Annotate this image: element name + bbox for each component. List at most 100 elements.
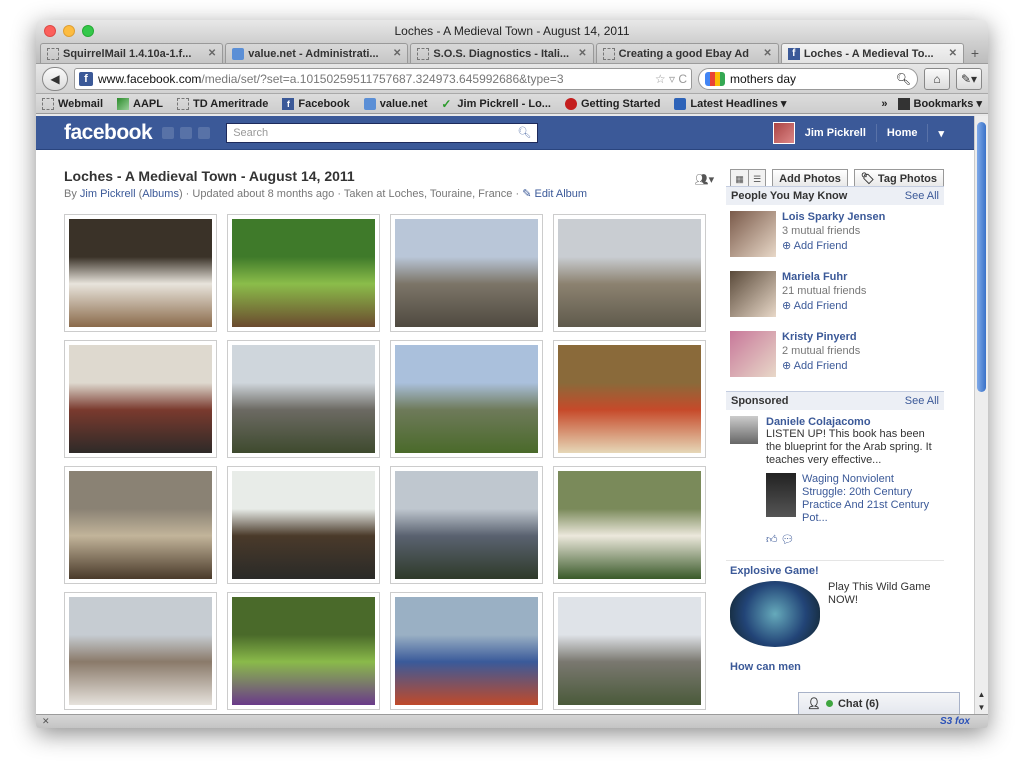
tab-sos-diagnostics[interactable]: S.O.S. Diagnostics - Itali... ✕ (410, 43, 593, 63)
chat-bar[interactable]: 👤︎ Chat (6) (798, 692, 960, 714)
tab-ebay-ad[interactable]: Creating a good Ebay Ad ✕ (596, 43, 779, 63)
bookmark-facebook[interactable]: fFacebook (282, 98, 349, 110)
google-icon[interactable] (705, 72, 725, 86)
bookmark-aapl[interactable]: AAPL (117, 98, 163, 110)
add-friend-button[interactable]: ⊕ Add Friend (782, 359, 860, 372)
album-photo-thumbnail[interactable] (390, 592, 543, 710)
album-photo[interactable] (558, 471, 701, 579)
album-photo-thumbnail[interactable] (553, 466, 706, 584)
bookmark-star-icon[interactable]: ☆ ▿ C (655, 72, 687, 86)
back-button[interactable]: ◀ (42, 67, 68, 91)
close-tab-icon[interactable]: ✕ (208, 48, 216, 59)
person-name-link[interactable]: Kristy Pinyerd (782, 331, 860, 343)
album-photo-thumbnail[interactable] (64, 466, 217, 584)
comment-icon[interactable]: 💬︎ (781, 534, 795, 546)
album-photo-thumbnail[interactable] (553, 592, 706, 710)
home-button[interactable]: ⌂ (924, 68, 950, 90)
person-photo[interactable] (730, 331, 776, 377)
album-photo-thumbnail[interactable] (227, 214, 380, 332)
scrollbar-thumb[interactable] (977, 122, 986, 392)
album-photo[interactable] (69, 219, 212, 327)
new-tab-button[interactable]: + (966, 43, 984, 63)
book-cover[interactable] (766, 473, 796, 517)
ad-image[interactable] (730, 581, 820, 647)
advertiser-name-link[interactable]: Daniele Colajacomo (766, 416, 940, 428)
album-photo[interactable] (232, 219, 375, 327)
search-bar[interactable]: mothers day 🔍︎ (698, 68, 918, 90)
album-photo-thumbnail[interactable] (64, 214, 217, 332)
tab-valuenet[interactable]: value.net - Administrati... ✕ (225, 43, 408, 63)
bookmark-webmail[interactable]: Webmail (42, 98, 103, 110)
album-photo-thumbnail[interactable] (390, 466, 543, 584)
bookmark-jim-pickrell[interactable]: ✓Jim Pickrell - Lo... (441, 98, 551, 110)
person-name-link[interactable]: Lois Sparky Jensen (782, 211, 885, 223)
close-tab-icon[interactable]: ✕ (393, 48, 401, 59)
ad-title-link[interactable]: Explosive Game! (726, 560, 944, 577)
album-photo-thumbnail[interactable] (227, 592, 380, 710)
album-photo-thumbnail[interactable] (553, 214, 706, 332)
album-photo[interactable] (558, 597, 701, 705)
album-photo-thumbnail[interactable] (64, 340, 217, 458)
person-name-link[interactable]: Mariela Fuhr (782, 271, 866, 283)
album-photo[interactable] (558, 219, 701, 327)
close-tab-icon[interactable]: ✕ (949, 48, 957, 59)
close-tab-icon[interactable]: ✕ (763, 48, 771, 59)
messages-icon[interactable] (180, 127, 192, 139)
person-photo[interactable] (730, 211, 776, 257)
search-icon[interactable]: 🔍︎ (517, 126, 531, 139)
close-addon-bar-icon[interactable]: ✕ (42, 716, 50, 727)
add-friend-button[interactable]: ⊕ Add Friend (782, 299, 866, 312)
search-icon[interactable]: 🔍︎ (896, 72, 911, 86)
tab-squirrelmail[interactable]: SquirrelMail 1.4.10a-1.f... ✕ (40, 43, 223, 63)
ad-title-link[interactable]: How can men (726, 651, 944, 673)
bookmarks-overflow-button[interactable]: » (881, 98, 887, 110)
album-photo-thumbnail[interactable] (553, 340, 706, 458)
album-photo[interactable] (395, 471, 538, 579)
album-author-link[interactable]: Jim Pickrell (80, 188, 136, 200)
account-menu-button[interactable]: ▾ (938, 127, 944, 140)
zoom-window-button[interactable] (82, 25, 94, 37)
add-friend-button[interactable]: ⊕ Add Friend (782, 239, 885, 252)
see-all-link[interactable]: See All (905, 190, 939, 202)
album-photo[interactable] (232, 471, 375, 579)
home-link[interactable]: Home (887, 127, 918, 139)
album-photo-thumbnail[interactable] (390, 214, 543, 332)
album-photo[interactable] (395, 597, 538, 705)
album-photo[interactable] (232, 345, 375, 453)
bookmarks-menu-button[interactable]: Bookmarks ▾ (898, 97, 983, 110)
album-photo[interactable] (395, 219, 538, 327)
edit-album-link[interactable]: ✎ Edit Album (522, 188, 587, 200)
bookmark-td-ameritrade[interactable]: TD Ameritrade (177, 98, 268, 110)
mutual-friends[interactable]: 3 mutual friends (782, 225, 885, 237)
person-photo[interactable] (730, 271, 776, 317)
album-photo[interactable] (395, 345, 538, 453)
albums-link[interactable]: Albums (142, 188, 179, 200)
facebook-search-input[interactable] (233, 127, 517, 139)
album-photo-thumbnail[interactable] (227, 466, 380, 584)
friend-requests-icon[interactable] (162, 127, 174, 139)
ad-book[interactable]: Waging Nonviolent Struggle: 20th Century… (766, 473, 940, 525)
album-photo[interactable] (69, 597, 212, 705)
scroll-arrows[interactable]: ▲▼ (975, 688, 988, 714)
avatar[interactable] (773, 122, 795, 144)
bookmark-getting-started[interactable]: Getting Started (565, 98, 660, 110)
book-title-link[interactable]: Waging Nonviolent Struggle: 20th Century… (802, 473, 940, 525)
profile-link[interactable]: Jim Pickrell (805, 127, 866, 139)
album-photo-thumbnail[interactable] (64, 592, 217, 710)
bookmark-latest-headlines[interactable]: Latest Headlines ▾ (674, 97, 786, 110)
album-photo-thumbnail[interactable] (390, 340, 543, 458)
album-photo-thumbnail[interactable] (227, 340, 380, 458)
close-window-button[interactable] (44, 25, 56, 37)
s3fox-label[interactable]: S3 fox (940, 716, 970, 727)
like-icon[interactable]: 👍︎ (766, 534, 778, 546)
people-filter-button[interactable]: 👥︎▾ (695, 173, 715, 186)
album-photo[interactable] (69, 471, 212, 579)
close-tab-icon[interactable]: ✕ (578, 48, 586, 59)
mutual-friends[interactable]: 2 mutual friends (782, 345, 860, 357)
bookmark-valuenet[interactable]: value.net (364, 98, 428, 110)
tab-loches[interactable]: f Loches - A Medieval To... ✕ (781, 43, 964, 63)
addon-button[interactable]: ✎▾ (956, 68, 982, 90)
album-photo[interactable] (558, 345, 701, 453)
see-all-link[interactable]: See All (905, 395, 939, 407)
url-bar[interactable]: f www.facebook.com/media/set/?set=a.1015… (74, 68, 692, 90)
